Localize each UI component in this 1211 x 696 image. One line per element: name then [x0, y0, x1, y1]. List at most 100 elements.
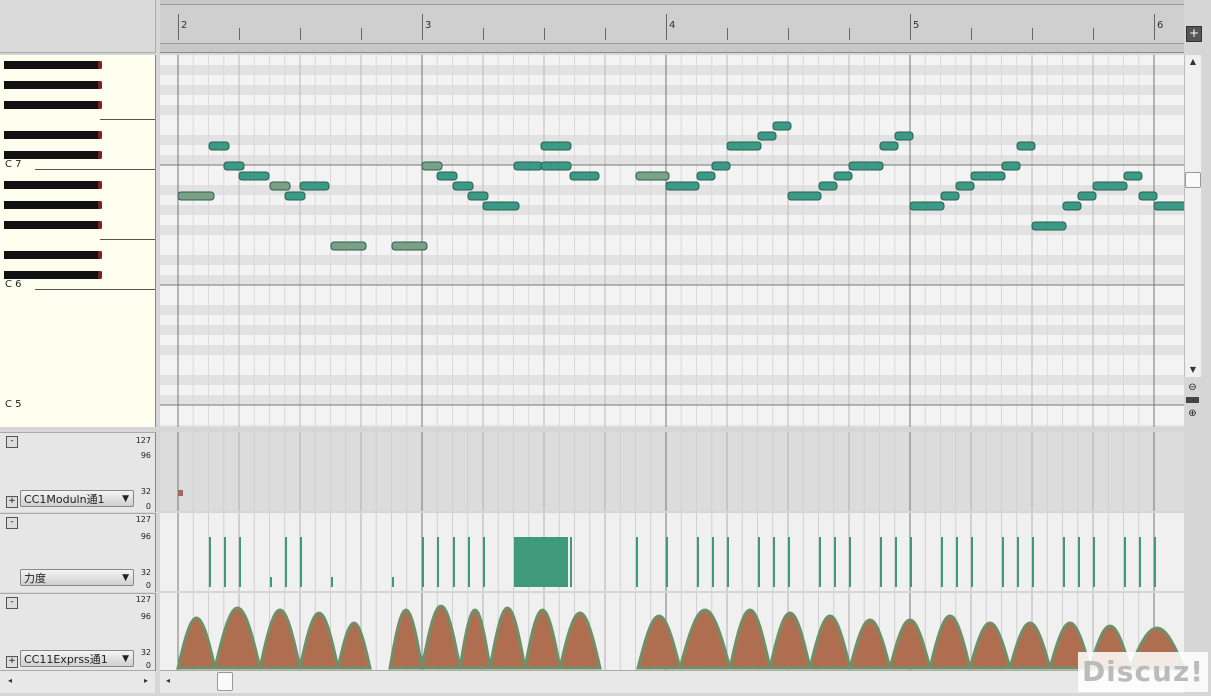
expression-curve[interactable]: [298, 611, 340, 670]
expression-curve[interactable]: [213, 606, 262, 670]
velocity-bar[interactable]: [526, 537, 532, 587]
lane-expand-button[interactable]: +: [6, 496, 18, 508]
velocity-bar[interactable]: [550, 537, 556, 587]
expression-curve[interactable]: [636, 614, 682, 670]
midi-note[interactable]: [696, 171, 716, 181]
velocity-bar[interactable]: [727, 537, 729, 587]
vertical-scrollbar[interactable]: ▲ ▼: [1184, 55, 1201, 377]
velocity-bar[interactable]: [285, 537, 287, 587]
midi-note[interactable]: [1062, 201, 1082, 211]
lane-collapse-button[interactable]: -: [6, 517, 18, 529]
expression-curve[interactable]: [728, 608, 772, 670]
velocity-lane[interactable]: [160, 513, 1184, 591]
black-key[interactable]: [4, 201, 102, 209]
velocity-canvas[interactable]: [160, 513, 1184, 591]
midi-note[interactable]: [208, 141, 230, 151]
midi-note[interactable]: [1016, 141, 1036, 151]
black-key[interactable]: [4, 251, 102, 259]
velocity-bar[interactable]: [562, 537, 568, 587]
velocity-bar[interactable]: [556, 537, 562, 587]
midi-note[interactable]: [540, 161, 572, 171]
velocity-bar[interactable]: [1002, 537, 1004, 587]
expression-curve[interactable]: [176, 616, 217, 670]
expression-curve[interactable]: [258, 608, 302, 670]
expression-curve[interactable]: [488, 606, 527, 670]
lane-controller-select[interactable]: 力度 ▼: [20, 569, 134, 586]
velocity-bar[interactable]: [697, 537, 699, 587]
velocity-bar[interactable]: [453, 537, 455, 587]
velocity-bar[interactable]: [514, 537, 520, 587]
velocity-bar[interactable]: [819, 537, 821, 587]
expression-curve[interactable]: [388, 608, 424, 670]
velocity-bar[interactable]: [1032, 537, 1034, 587]
velocity-bar[interactable]: [239, 537, 241, 587]
velocity-bar[interactable]: [834, 537, 836, 587]
piano-keyboard[interactable]: C 7 C 6 C 5: [0, 55, 156, 427]
midi-note[interactable]: [711, 161, 731, 171]
midi-note[interactable]: [391, 241, 428, 251]
velocity-bar[interactable]: [773, 537, 775, 587]
velocity-bar[interactable]: [468, 537, 470, 587]
midi-note[interactable]: [1138, 191, 1158, 201]
modulation-lane[interactable]: [160, 432, 1184, 511]
midi-note[interactable]: [1123, 171, 1143, 181]
velocity-bar[interactable]: [392, 577, 394, 587]
velocity-bar[interactable]: [636, 577, 638, 587]
velocity-bar[interactable]: [209, 537, 211, 587]
midi-note[interactable]: [833, 171, 853, 181]
midi-note[interactable]: [482, 201, 520, 211]
lane-collapse-button[interactable]: -: [6, 597, 18, 609]
midi-note[interactable]: [223, 161, 245, 171]
midi-note[interactable]: [970, 171, 1006, 181]
velocity-bar[interactable]: [788, 537, 790, 587]
expression-curve[interactable]: [458, 608, 492, 670]
black-key[interactable]: [4, 221, 102, 229]
midi-note[interactable]: [238, 171, 270, 181]
expression-canvas[interactable]: [160, 593, 1184, 670]
midi-note[interactable]: [1153, 201, 1184, 211]
velocity-bar[interactable]: [1063, 537, 1065, 587]
piano-roll-grid[interactable]: [160, 55, 1184, 427]
midi-note[interactable]: [955, 181, 975, 191]
expression-curve[interactable]: [523, 608, 562, 670]
velocity-bar[interactable]: [520, 537, 526, 587]
midi-note[interactable]: [879, 141, 899, 151]
midi-note[interactable]: [848, 161, 884, 171]
midi-note[interactable]: [940, 191, 960, 201]
zoom-slider-icon[interactable]: [1186, 397, 1199, 403]
expression-curve[interactable]: [558, 611, 602, 670]
velocity-bar[interactable]: [1017, 537, 1019, 587]
black-key[interactable]: [4, 271, 102, 279]
velocity-bar[interactable]: [971, 537, 973, 587]
velocity-bar[interactable]: [1093, 537, 1095, 587]
midi-note[interactable]: [1031, 221, 1067, 231]
midi-note[interactable]: [421, 161, 443, 171]
lane-expand-button[interactable]: +: [6, 656, 18, 668]
velocity-bar[interactable]: [758, 537, 760, 587]
modulation-event[interactable]: [178, 490, 183, 496]
velocity-bar[interactable]: [910, 537, 912, 587]
black-key[interactable]: [4, 181, 102, 189]
timeline-ruler[interactable]: 2 3 4 5 6: [160, 0, 1184, 53]
velocity-bar[interactable]: [666, 537, 668, 587]
expression-curve[interactable]: [888, 618, 932, 670]
scroll-left-icon[interactable]: ◂: [2, 676, 18, 685]
velocity-bar[interactable]: [895, 537, 897, 587]
add-track-button[interactable]: +: [1186, 26, 1202, 42]
midi-note[interactable]: [635, 171, 670, 181]
midi-note[interactable]: [894, 131, 914, 141]
expression-curve[interactable]: [420, 604, 462, 670]
velocity-bar[interactable]: [570, 537, 572, 587]
expression-curve[interactable]: [678, 608, 732, 670]
black-key[interactable]: [4, 101, 102, 109]
midi-note[interactable]: [299, 181, 330, 191]
velocity-bar[interactable]: [880, 537, 882, 587]
note-canvas[interactable]: [160, 55, 1184, 427]
midi-note[interactable]: [787, 191, 822, 201]
velocity-bar[interactable]: [849, 537, 851, 587]
midi-note[interactable]: [436, 171, 458, 181]
velocity-bar[interactable]: [1154, 537, 1156, 587]
velocity-bar[interactable]: [437, 537, 439, 587]
expression-curve[interactable]: [848, 618, 892, 670]
velocity-bar[interactable]: [1078, 537, 1080, 587]
